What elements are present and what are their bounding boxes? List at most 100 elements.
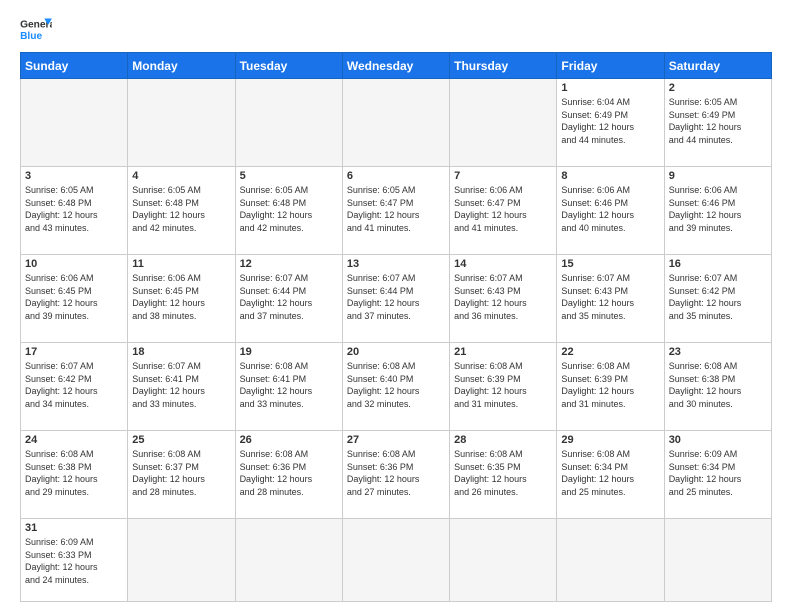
- day-number: 13: [347, 258, 445, 270]
- day-info: Sunrise: 6:08 AM Sunset: 6:36 PM Dayligh…: [240, 448, 338, 498]
- day-info: Sunrise: 6:05 AM Sunset: 6:48 PM Dayligh…: [132, 184, 230, 234]
- weekday-header-saturday: Saturday: [664, 53, 771, 79]
- day-number: 25: [132, 434, 230, 446]
- day-info: Sunrise: 6:06 AM Sunset: 6:46 PM Dayligh…: [561, 184, 659, 234]
- calendar-cell: [664, 519, 771, 602]
- calendar-cell: [235, 519, 342, 602]
- calendar-cell: [342, 519, 449, 602]
- calendar-cell: 5 Sunrise: 6:05 AM Sunset: 6:48 PM Daylig…: [235, 167, 342, 255]
- day-info: Sunrise: 6:05 AM Sunset: 6:48 PM Dayligh…: [240, 184, 338, 234]
- day-info: Sunrise: 6:08 AM Sunset: 6:38 PM Dayligh…: [25, 448, 123, 498]
- calendar-cell: 21 Sunrise: 6:08 AM Sunset: 6:39 PM Dayli…: [450, 343, 557, 431]
- day-info: Sunrise: 6:05 AM Sunset: 6:49 PM Dayligh…: [669, 96, 767, 146]
- day-number: 10: [25, 258, 123, 270]
- day-info: Sunrise: 6:06 AM Sunset: 6:47 PM Dayligh…: [454, 184, 552, 234]
- calendar-cell: [21, 79, 128, 167]
- calendar-cell: [450, 79, 557, 167]
- calendar-cell: 1 Sunrise: 6:04 AM Sunset: 6:49 PM Daylig…: [557, 79, 664, 167]
- day-info: Sunrise: 6:08 AM Sunset: 6:41 PM Dayligh…: [240, 360, 338, 410]
- calendar-cell: 28 Sunrise: 6:08 AM Sunset: 6:35 PM Dayli…: [450, 431, 557, 519]
- calendar-cell: 8 Sunrise: 6:06 AM Sunset: 6:46 PM Daylig…: [557, 167, 664, 255]
- calendar-cell: [235, 79, 342, 167]
- day-number: 7: [454, 170, 552, 182]
- calendar-cell: [450, 519, 557, 602]
- calendar-cell: 14Sunrise: 6:07 AM Sunset: 6:43 PM Dayli…: [450, 255, 557, 343]
- calendar-cell: 30 Sunrise: 6:09 AM Sunset: 6:34 PM Dayli…: [664, 431, 771, 519]
- day-info: Sunrise: 6:08 AM Sunset: 6:36 PM Dayligh…: [347, 448, 445, 498]
- day-number: 18: [132, 346, 230, 358]
- calendar-cell: 24 Sunrise: 6:08 AM Sunset: 6:38 PM Dayli…: [21, 431, 128, 519]
- day-number: 31: [25, 522, 123, 534]
- calendar-week-2: 3 Sunrise: 6:05 AM Sunset: 6:48 PM Daylig…: [21, 167, 772, 255]
- day-info: Sunrise: 6:08 AM Sunset: 6:35 PM Dayligh…: [454, 448, 552, 498]
- day-number: 1: [561, 82, 659, 94]
- calendar-cell: 7 Sunrise: 6:06 AM Sunset: 6:47 PM Daylig…: [450, 167, 557, 255]
- day-info: Sunrise: 6:07 AM Sunset: 6:41 PM Dayligh…: [132, 360, 230, 410]
- day-number: 21: [454, 346, 552, 358]
- calendar-cell: 19 Sunrise: 6:08 AM Sunset: 6:41 PM Dayli…: [235, 343, 342, 431]
- calendar-week-6: 31Sunrise: 6:09 AM Sunset: 6:33 PM Dayli…: [21, 519, 772, 602]
- calendar-cell: 26 Sunrise: 6:08 AM Sunset: 6:36 PM Dayli…: [235, 431, 342, 519]
- calendar-cell: 29 Sunrise: 6:08 AM Sunset: 6:34 PM Dayli…: [557, 431, 664, 519]
- day-info: Sunrise: 6:06 AM Sunset: 6:46 PM Dayligh…: [669, 184, 767, 234]
- weekday-header-monday: Monday: [128, 53, 235, 79]
- day-info: Sunrise: 6:09 AM Sunset: 6:34 PM Dayligh…: [669, 448, 767, 498]
- day-info: Sunrise: 6:07 AM Sunset: 6:42 PM Dayligh…: [25, 360, 123, 410]
- weekday-header-sunday: Sunday: [21, 53, 128, 79]
- day-info: Sunrise: 6:07 AM Sunset: 6:44 PM Dayligh…: [240, 272, 338, 322]
- logo: General Blue: [20, 16, 52, 44]
- calendar-cell: 23Sunrise: 6:08 AM Sunset: 6:38 PM Dayli…: [664, 343, 771, 431]
- day-number: 3: [25, 170, 123, 182]
- day-info: Sunrise: 6:04 AM Sunset: 6:49 PM Dayligh…: [561, 96, 659, 146]
- calendar-table: SundayMondayTuesdayWednesdayThursdayFrid…: [20, 52, 772, 602]
- day-number: 17: [25, 346, 123, 358]
- calendar-cell: 27 Sunrise: 6:08 AM Sunset: 6:36 PM Dayli…: [342, 431, 449, 519]
- day-number: 16: [669, 258, 767, 270]
- day-number: 11: [132, 258, 230, 270]
- day-info: Sunrise: 6:08 AM Sunset: 6:39 PM Dayligh…: [454, 360, 552, 410]
- calendar-week-1: 1 Sunrise: 6:04 AM Sunset: 6:49 PM Daylig…: [21, 79, 772, 167]
- day-info: Sunrise: 6:06 AM Sunset: 6:45 PM Dayligh…: [132, 272, 230, 322]
- calendar-cell: 12 Sunrise: 6:07 AM Sunset: 6:44 PM Dayli…: [235, 255, 342, 343]
- calendar-cell: 18 Sunrise: 6:07 AM Sunset: 6:41 PM Dayli…: [128, 343, 235, 431]
- weekday-header-row: SundayMondayTuesdayWednesdayThursdayFrid…: [21, 53, 772, 79]
- day-info: Sunrise: 6:08 AM Sunset: 6:34 PM Dayligh…: [561, 448, 659, 498]
- calendar-week-5: 24 Sunrise: 6:08 AM Sunset: 6:38 PM Dayli…: [21, 431, 772, 519]
- calendar-cell: 15Sunrise: 6:07 AM Sunset: 6:43 PM Dayli…: [557, 255, 664, 343]
- calendar-cell: 2 Sunrise: 6:05 AM Sunset: 6:49 PM Daylig…: [664, 79, 771, 167]
- weekday-header-tuesday: Tuesday: [235, 53, 342, 79]
- day-number: 5: [240, 170, 338, 182]
- calendar-cell: 4 Sunrise: 6:05 AM Sunset: 6:48 PM Daylig…: [128, 167, 235, 255]
- day-number: 30: [669, 434, 767, 446]
- day-info: Sunrise: 6:05 AM Sunset: 6:48 PM Dayligh…: [25, 184, 123, 234]
- day-number: 20: [347, 346, 445, 358]
- day-number: 2: [669, 82, 767, 94]
- calendar-week-4: 17 Sunrise: 6:07 AM Sunset: 6:42 PM Dayli…: [21, 343, 772, 431]
- calendar-cell: 16Sunrise: 6:07 AM Sunset: 6:42 PM Dayli…: [664, 255, 771, 343]
- header: General Blue: [20, 16, 772, 44]
- day-number: 8: [561, 170, 659, 182]
- day-info: Sunrise: 6:06 AM Sunset: 6:45 PM Dayligh…: [25, 272, 123, 322]
- day-number: 28: [454, 434, 552, 446]
- day-number: 19: [240, 346, 338, 358]
- day-number: 9: [669, 170, 767, 182]
- calendar-cell: 13 Sunrise: 6:07 AM Sunset: 6:44 PM Dayli…: [342, 255, 449, 343]
- day-number: 27: [347, 434, 445, 446]
- calendar-cell: [128, 79, 235, 167]
- calendar-cell: 6Sunrise: 6:05 AM Sunset: 6:47 PM Daylig…: [342, 167, 449, 255]
- day-number: 12: [240, 258, 338, 270]
- day-info: Sunrise: 6:07 AM Sunset: 6:44 PM Dayligh…: [347, 272, 445, 322]
- calendar-cell: 22Sunrise: 6:08 AM Sunset: 6:39 PM Dayli…: [557, 343, 664, 431]
- day-number: 6: [347, 170, 445, 182]
- day-info: Sunrise: 6:08 AM Sunset: 6:38 PM Dayligh…: [669, 360, 767, 410]
- day-number: 26: [240, 434, 338, 446]
- calendar-cell: [128, 519, 235, 602]
- calendar-cell: [557, 519, 664, 602]
- day-number: 4: [132, 170, 230, 182]
- weekday-header-thursday: Thursday: [450, 53, 557, 79]
- day-info: Sunrise: 6:08 AM Sunset: 6:37 PM Dayligh…: [132, 448, 230, 498]
- calendar-cell: 9 Sunrise: 6:06 AM Sunset: 6:46 PM Daylig…: [664, 167, 771, 255]
- calendar-cell: 10 Sunrise: 6:06 AM Sunset: 6:45 PM Dayli…: [21, 255, 128, 343]
- day-number: 29: [561, 434, 659, 446]
- day-number: 24: [25, 434, 123, 446]
